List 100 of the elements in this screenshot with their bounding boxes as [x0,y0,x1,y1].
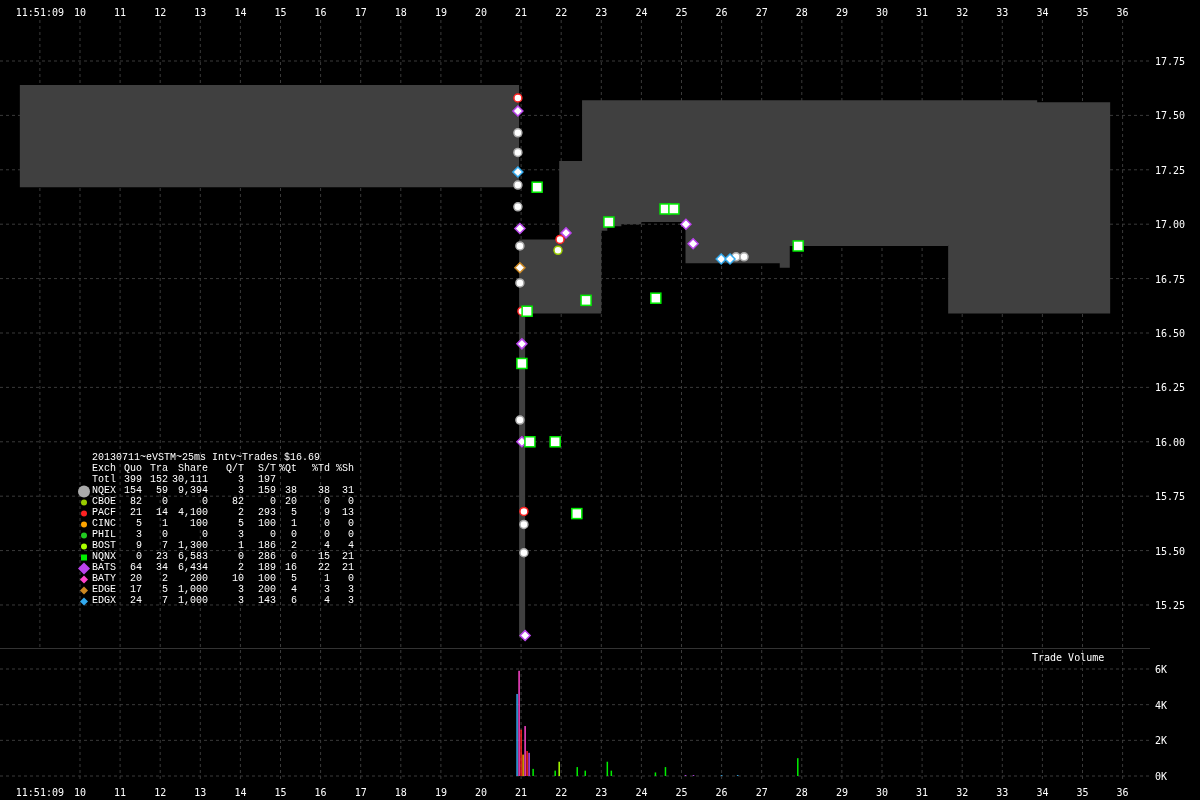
table-cell: PHIL [92,528,116,540]
table-cell: 399 [124,473,142,485]
table-cell: 1,000 [178,583,208,595]
table-cell: NQNX [92,550,116,562]
table-cell: 0 [324,517,330,529]
table-cell: 9 [324,506,330,518]
table-cell: 24 [130,594,142,606]
axis-label: 11 [114,787,127,798]
axis-label: 12 [154,7,167,18]
table-cell: 0 [270,528,276,540]
table-cell: 100 [258,572,276,584]
axis-label: 17.25 [1155,164,1186,176]
axis-label: 17.50 [1155,110,1186,122]
table-cell: 10 [232,572,244,584]
table-cell: 2 [238,506,244,518]
table-cell: 38 [285,484,297,496]
table-cell: 1 [324,572,330,584]
axis-label: 14 [234,7,247,18]
table-cell: 9 [136,539,142,551]
table-cell: 15 [318,550,330,562]
table-cell: 0 [348,495,354,507]
table-cell: 0 [202,528,208,540]
axis-label: 15.25 [1155,600,1186,611]
axis-label: 28 [795,787,808,798]
table-cell: 197 [258,473,276,485]
table-cell: 16 [285,561,297,573]
table-cell: 64 [130,561,142,573]
table-cell: 0 [348,517,354,529]
axis-label: 18 [394,787,407,798]
column-header: Exch [92,463,117,474]
axis-label: 16.75 [1155,273,1186,285]
table-cell: 7 [162,594,168,606]
table-cell: NQEX [92,484,116,496]
table-cell: 3 [238,528,244,540]
column-header: Quo [123,463,142,475]
axis-label: 34 [1036,7,1049,18]
table-cell: 0 [202,495,208,507]
axis-label: 27 [755,7,768,18]
table-cell: 5 [136,517,142,529]
axis-label: 31 [916,787,929,798]
axis-label: 29 [835,787,848,798]
table-cell: 21 [130,506,142,518]
table-cell: 38 [318,484,330,496]
table-cell: 0 [348,528,354,540]
axis-label: 17.75 [1155,56,1186,67]
axis-label: 36 [1116,787,1129,798]
axis-label: 26 [715,7,728,18]
table-cell: 3 [348,583,354,595]
table-cell: 6,583 [178,550,208,562]
table-cell: 0 [238,550,244,562]
table-cell: 7 [162,539,168,551]
table-cell: EDGE [92,583,116,595]
axis-label: 33 [996,7,1009,18]
table-cell: 0 [324,528,330,540]
table-cell: 9,394 [178,484,208,496]
table-cell: 0 [291,550,297,562]
table-cell: 0 [348,572,354,584]
table-cell: BATS [92,561,116,573]
table-cell: 4,100 [178,506,208,518]
axis-label: 13 [194,7,207,18]
table-cell: 3 [238,484,244,496]
table-cell: 13 [342,506,354,518]
table-cell: 100 [258,517,276,529]
table-cell: BATY [92,572,116,584]
table-cell: 3 [324,583,330,595]
table-cell: 34 [156,561,168,573]
axis-label: 30 [876,787,888,798]
table-cell: 30,111 [172,473,208,485]
table-cell: 1,300 [178,539,208,551]
column-header: %Sh [335,463,354,475]
axis-label: 25 [675,7,688,18]
column-header: Share [177,463,208,475]
axis-label: 15 [274,7,287,18]
table-cell: 3 [348,594,354,606]
table-cell: 293 [258,506,276,518]
table-cell: 1,000 [178,594,208,606]
axis-label: 19 [434,7,447,18]
table-cell: 5 [162,583,168,595]
axis-label: 29 [835,7,848,18]
table-cell: 0 [324,495,330,507]
table-cell: 23 [156,550,168,562]
table-cell: Totl [92,473,116,485]
axis-label: 17 [354,7,367,18]
table-cell: 143 [258,594,276,606]
axis-label: 11:51:09 [15,787,64,798]
axis-label: 22 [555,7,568,18]
table-cell: BOST [92,539,116,551]
table-cell: 4 [348,539,354,551]
axis-label: 6K [1155,664,1168,675]
table-cell: 3 [238,594,244,606]
table-cell: 5 [238,517,244,529]
table-cell: 17 [130,583,142,595]
table-cell: 31 [342,484,354,496]
axis-label: 25 [675,787,688,798]
axis-label: 0K [1155,771,1168,782]
table-cell: 0 [162,495,168,507]
table-cell: EDGX [92,594,116,606]
table-cell: 2 [291,539,297,551]
table-cell: PACF [92,506,116,518]
table-cell: 5 [291,506,297,518]
